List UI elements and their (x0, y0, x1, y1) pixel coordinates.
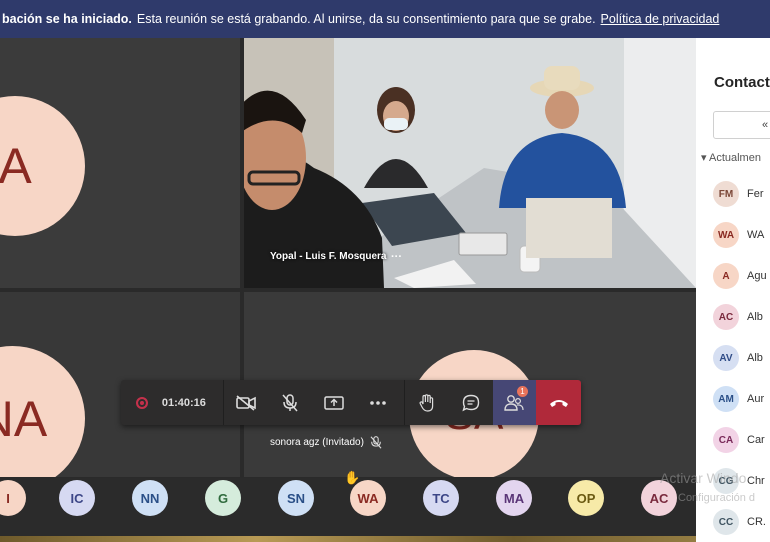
activation-watermark: Activar Windo (660, 470, 747, 486)
panel-list-item[interactable]: CA Car (713, 426, 770, 454)
contact-name: Fer (747, 188, 764, 200)
contact-name: Chr (747, 475, 765, 487)
strip-avatar[interactable]: TC (423, 480, 459, 516)
share-screen-icon (324, 395, 344, 410)
strip-avatar[interactable]: MA (496, 480, 532, 516)
panel-section-header[interactable]: ▾ Actualmen (701, 151, 761, 164)
banner-text: Esta reunión se está grabando. Al unirse… (136, 12, 596, 26)
raise-hand-icon (419, 393, 434, 412)
contacts-panel: Contact « ▾ Actualmen FM Fer WA WA A Agu AC Alb… (696, 38, 770, 542)
chat-icon (462, 394, 480, 411)
participant-avatar: A (0, 96, 85, 236)
panel-list-item[interactable]: A Agu (713, 262, 770, 290)
contact-name: Car (747, 434, 765, 446)
panel-list-item[interactable]: FM Fer (713, 180, 770, 208)
contact-avatar: WA (713, 222, 739, 248)
video-tile[interactable]: Yopal - Luis F. Mosquera ··· (244, 38, 696, 288)
participant-tile-a[interactable]: A (0, 38, 240, 288)
strip-avatar[interactable]: G (205, 480, 241, 516)
panel-action-button[interactable]: « (713, 111, 770, 139)
contact-avatar: FM (713, 181, 739, 207)
chat-button[interactable] (449, 380, 493, 425)
hang-up-button[interactable] (536, 380, 582, 425)
activation-watermark-sub: Configuración d (678, 492, 756, 504)
camera-off-icon (235, 394, 256, 411)
video-participant-name: Yopal - Luis F. Mosquera (270, 251, 387, 262)
call-timer: 01:40:16 (161, 396, 206, 409)
camera-off-button[interactable] (224, 380, 268, 425)
participant-avatar: NA (0, 346, 85, 477)
call-controls-bar: 01:40:16 1 (121, 380, 582, 425)
contact-name: WA (747, 229, 765, 241)
mic-off-icon (282, 393, 298, 411)
taskbar-edge (0, 536, 770, 542)
contact-avatar: AC (713, 304, 739, 330)
contact-name: Alb (747, 311, 763, 323)
contact-name: Aur (747, 393, 765, 405)
strip-avatar[interactable]: IC (59, 480, 95, 516)
contact-avatar: A (713, 263, 739, 289)
participants-button[interactable]: 1 (492, 380, 536, 425)
video-more-icon[interactable]: ··· (391, 251, 402, 263)
recording-dot-icon (136, 396, 148, 409)
contact-avatar: CA (713, 427, 739, 453)
raise-hand-button[interactable] (405, 380, 449, 425)
contact-avatar: AV (713, 345, 739, 371)
strip-avatar[interactable]: WA (350, 480, 386, 516)
mute-button[interactable] (268, 380, 312, 425)
chevron-down-icon: ▾ (701, 152, 707, 164)
section-label: Actualmen (708, 152, 761, 164)
panel-list-item[interactable]: AV Alb (713, 344, 770, 372)
panel-list-item[interactable]: AC Alb (713, 303, 770, 331)
mic-off-icon (370, 436, 382, 449)
participants-badge: 1 (516, 386, 528, 397)
meeting-window: bación se ha iniciado. Esta reunión se e… (0, 0, 770, 542)
more-actions-button[interactable] (356, 380, 400, 425)
contact-avatar: CC (713, 509, 739, 535)
panel-list-item[interactable]: CC CR. (713, 508, 770, 536)
strip-avatar[interactable]: OP (568, 480, 604, 516)
contact-avatar: AM (713, 386, 739, 412)
banner-bold-text: bación se ha iniciado. (2, 12, 132, 26)
recording-banner: bación se ha iniciado. Esta reunión se e… (0, 0, 770, 38)
panel-title: Contact (714, 74, 770, 91)
privacy-policy-link[interactable]: Política de privacidad (601, 12, 720, 26)
panel-list-item[interactable]: AM Aur (713, 385, 770, 413)
panel-list-item[interactable]: WA WA (713, 221, 770, 249)
contact-name: Agu (747, 270, 767, 282)
guest-name: sonora agz (Invitado) (270, 437, 364, 448)
contact-name: Alb (747, 352, 763, 364)
strip-avatar[interactable]: I (0, 480, 26, 516)
hang-up-icon (549, 399, 568, 407)
share-screen-button[interactable] (312, 380, 356, 425)
strip-avatar[interactable]: NN (132, 480, 168, 516)
guest-participant-label: sonora agz (Invitado) (270, 436, 382, 449)
more-icon (370, 400, 386, 405)
strip-avatar[interactable]: SN (278, 480, 314, 516)
contact-name: CR. (747, 516, 766, 528)
participants-strip: ✋ I IC NN G SN WA TC MA OP AC (0, 470, 696, 542)
